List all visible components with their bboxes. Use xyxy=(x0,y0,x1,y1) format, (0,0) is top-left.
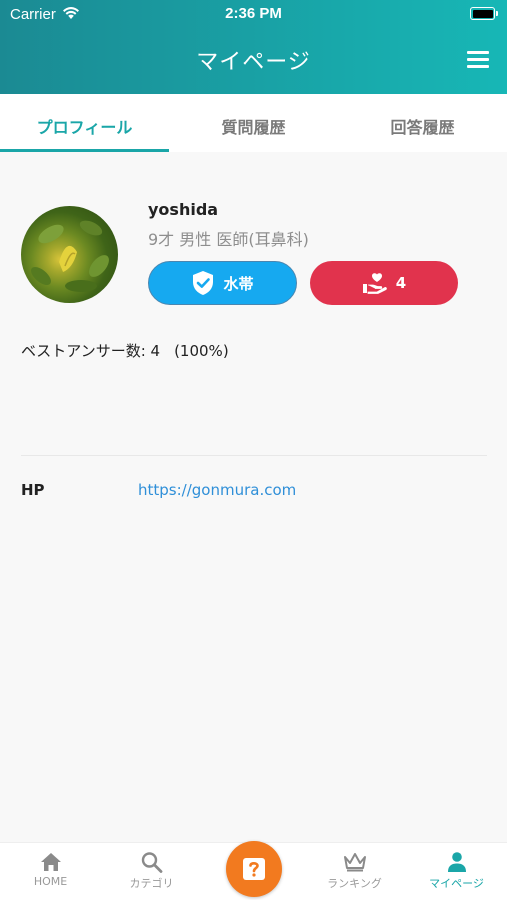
tab-question-history[interactable]: 質問履歴 xyxy=(169,94,338,152)
hamburger-menu-icon[interactable] xyxy=(467,51,489,68)
nav-mypage[interactable]: マイページ xyxy=(406,843,507,900)
nav-home[interactable]: HOME xyxy=(0,843,101,900)
water-badge-button[interactable]: 水帯 xyxy=(148,261,297,305)
nav-home-label: HOME xyxy=(33,875,68,888)
status-bar: Carrier 2:36 PM xyxy=(0,0,507,28)
status-time: 2:36 PM xyxy=(225,5,282,22)
avatar-image xyxy=(31,220,109,292)
battery-icon xyxy=(470,7,498,20)
nav-category-label: カテゴリ xyxy=(129,877,174,890)
user-meta: 9才 男性 医師(耳鼻科) xyxy=(148,230,309,249)
hp-label: HP xyxy=(21,481,45,499)
shield-check-icon xyxy=(193,271,214,295)
user-icon xyxy=(447,852,466,872)
like-badge-button[interactable]: 4 xyxy=(310,261,458,305)
page-title: マイページ xyxy=(196,50,311,75)
best-answer-stats: ベストアンサー数: 4 (100%) xyxy=(21,340,229,361)
nav-category[interactable]: カテゴリ xyxy=(101,843,202,900)
username: yoshida xyxy=(148,200,219,219)
home-icon xyxy=(40,853,61,871)
tab-profile[interactable]: プロフィール xyxy=(0,94,169,152)
best-answer-label: ベストアンサー数: 4 xyxy=(21,342,161,360)
profile-tabs: プロフィール 質問履歴 回答履歴 xyxy=(0,94,507,152)
tab-answer-history[interactable]: 回答履歴 xyxy=(338,94,507,152)
question-icon xyxy=(243,858,265,880)
homepage-link[interactable]: https://gonmura.com xyxy=(138,481,296,499)
nav-mypage-label: マイページ xyxy=(429,877,484,890)
heart-hand-icon xyxy=(362,273,387,294)
ask-question-button[interactable] xyxy=(226,841,282,897)
best-answer-percentage: (100%) xyxy=(174,342,229,360)
search-icon xyxy=(141,852,162,873)
like-count: 4 xyxy=(395,274,407,292)
nav-ranking[interactable]: ランキング xyxy=(304,843,405,900)
avatar xyxy=(21,206,118,303)
crown-icon xyxy=(343,853,366,872)
divider xyxy=(21,455,487,456)
nav-ranking-label: ランキング xyxy=(327,877,382,890)
water-badge-label: 水帯 xyxy=(223,274,254,293)
app-header: Carrier 2:36 PM マイページ xyxy=(0,0,507,94)
